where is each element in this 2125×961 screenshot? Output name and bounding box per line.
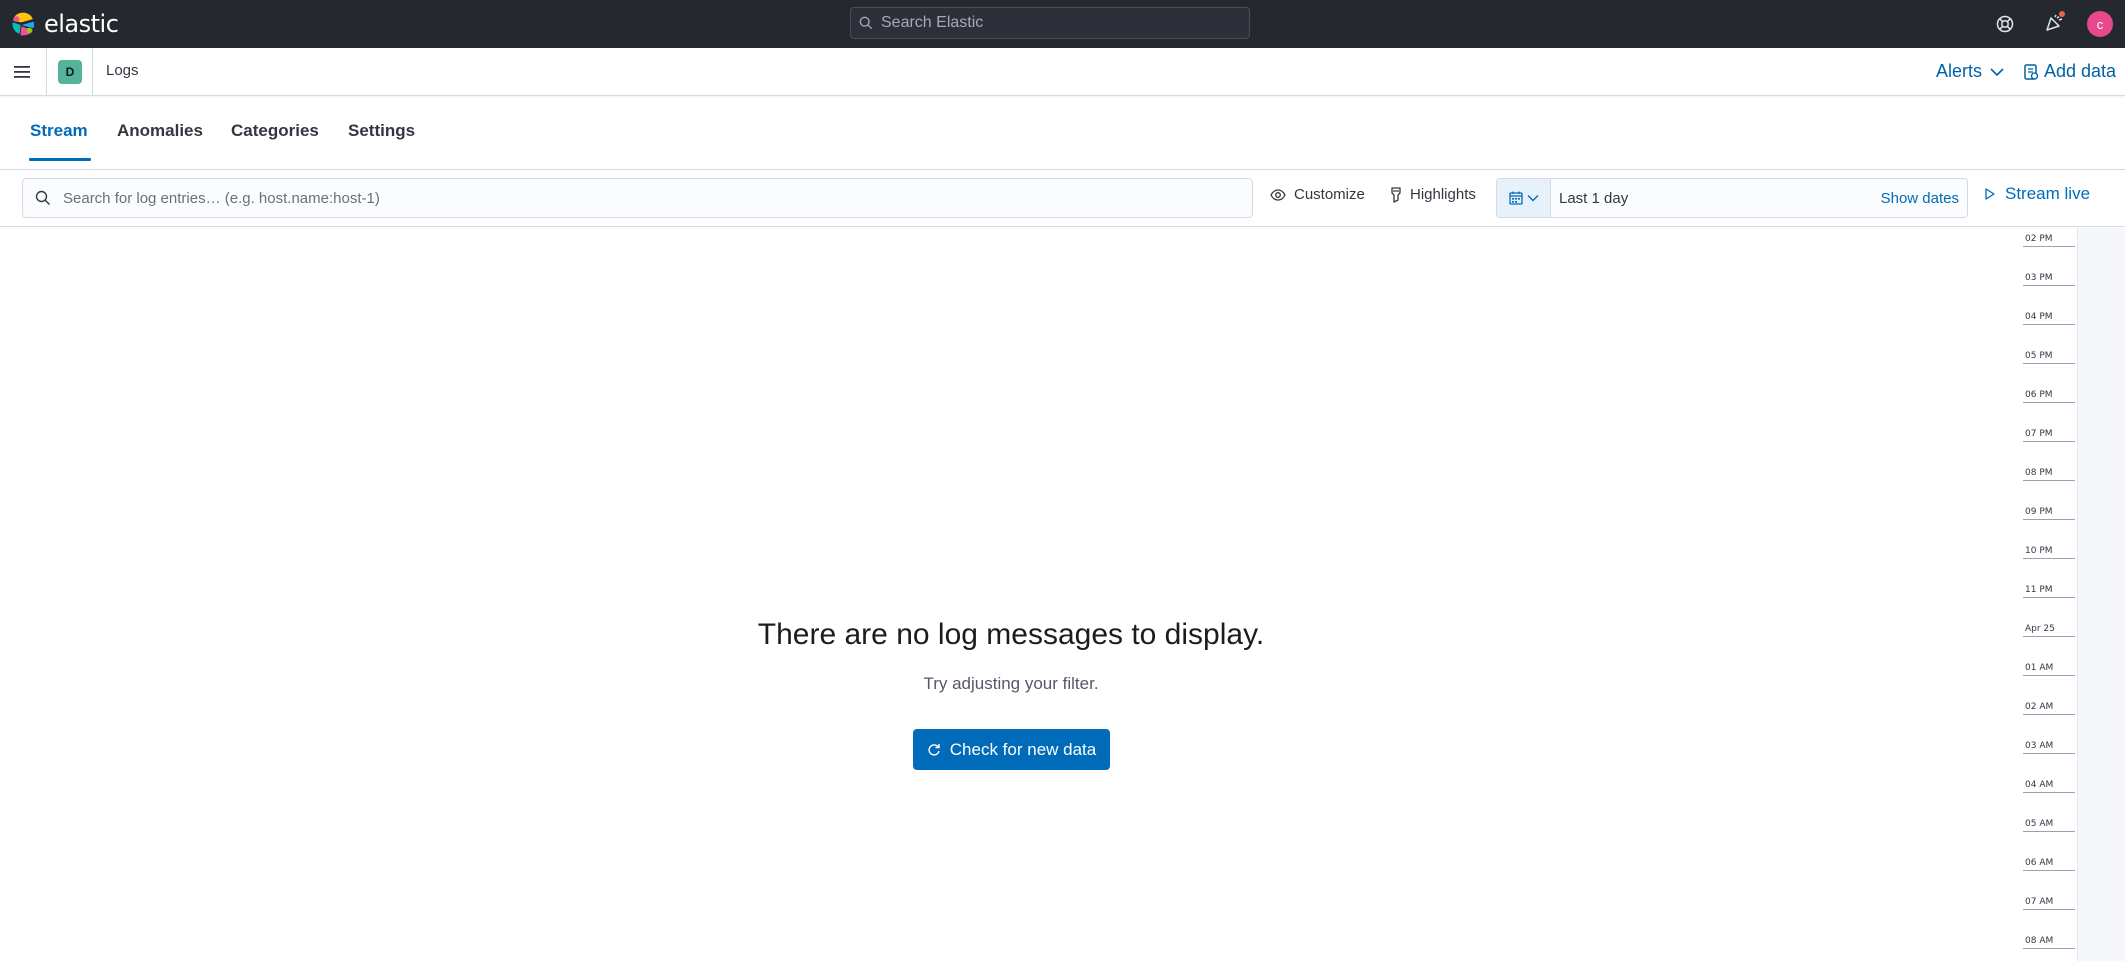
time-ruler-label: 03 AM [2025, 741, 2054, 751]
search-icon [35, 190, 50, 205]
time-ruler-tick [2023, 792, 2075, 793]
help-button[interactable] [1991, 10, 2019, 38]
time-ruler-label: 06 AM [2025, 858, 2054, 868]
stream-live-button[interactable]: Stream live [1985, 184, 2090, 204]
time-ruler[interactable]: 02 PM 03 PM 04 PM 05 PM 06 PM 07 PM 08 PM 09 PM… [2019, 228, 2076, 961]
time-ruler-tick [2023, 870, 2075, 871]
time-ruler-label: 10 PM [2025, 546, 2053, 556]
menu-icon [14, 66, 30, 78]
tab-stream[interactable]: Stream [29, 121, 91, 161]
time-ruler-label: 04 AM [2025, 780, 2054, 790]
refresh-icon [928, 743, 940, 756]
time-ruler-tick [2023, 597, 2075, 598]
eye-icon [1270, 188, 1286, 201]
time-ruler-label: 01 AM [2025, 663, 2054, 673]
time-ruler-tick [2023, 441, 2075, 442]
quick-select-button[interactable] [1497, 179, 1551, 217]
nav-menu-toggle[interactable] [8, 58, 36, 86]
tab-anomalies[interactable]: Anomalies [117, 121, 203, 155]
highlight-icon [1391, 186, 1401, 203]
log-minimap[interactable] [2077, 228, 2125, 961]
brand-name: elastic [44, 10, 119, 38]
elastic-logo-link[interactable]: elastic [10, 10, 119, 38]
add-data-label: Add data [2044, 61, 2117, 81]
add-data-button[interactable]: Add data [2024, 61, 2116, 82]
global-search-field[interactable] [850, 7, 1250, 39]
time-ruler-tick [2023, 831, 2075, 832]
time-ruler-label: Apr 25 [2025, 624, 2055, 634]
time-ruler-label: 08 AM [2025, 936, 2054, 946]
calendar-icon [1508, 191, 1523, 205]
time-ruler-tick [2023, 753, 2075, 754]
customize-button[interactable]: Customize [1270, 186, 1365, 203]
global-search-input[interactable] [881, 14, 1249, 32]
divider [46, 48, 47, 96]
time-ruler-label: 05 PM [2025, 351, 2053, 361]
time-ruler-tick [2023, 519, 2075, 520]
user-avatar[interactable]: c [2087, 11, 2113, 37]
log-stream-toolbar: Customize Highlights Last [0, 171, 2125, 227]
time-ruler-label: 02 PM [2025, 234, 2053, 244]
play-icon [1985, 188, 1995, 200]
alerts-menu-button[interactable]: Alerts [1936, 61, 2004, 82]
time-ruler-tick [2023, 480, 2075, 481]
time-ruler-tick [2023, 948, 2075, 949]
chevron-down-icon [1990, 67, 2004, 76]
time-ruler-tick [2023, 636, 2075, 637]
news-feed-button[interactable] [2040, 9, 2068, 37]
time-ruler-label: 06 PM [2025, 390, 2053, 400]
empty-state-body: Try adjusting your filter. [923, 674, 1099, 693]
stream-live-label: Stream live [2005, 184, 2091, 203]
space-selector[interactable]: D [58, 60, 82, 84]
time-ruler-label: 03 PM [2025, 273, 2053, 283]
time-ruler-tick [2023, 324, 2075, 325]
time-ruler-label: 04 PM [2025, 312, 2053, 322]
time-ruler-tick [2023, 285, 2075, 286]
logs-tab-bar: Stream Anomalies Categories Settings [0, 97, 2125, 170]
check-for-new-data-label: Check for new data [949, 739, 1097, 759]
time-ruler-tick [2023, 909, 2075, 910]
date-picker: Last 1 day Show dates [1496, 178, 1968, 218]
date-range-value[interactable]: Last 1 day [1559, 190, 1628, 207]
app-header: D Logs Alerts Add data [0, 48, 2125, 96]
notification-dot [2058, 10, 2066, 18]
time-ruler-tick [2023, 402, 2075, 403]
alerts-label: Alerts [1936, 61, 1983, 81]
chevron-down-icon [1527, 195, 1538, 202]
time-ruler-label: 02 AM [2025, 702, 2054, 712]
time-ruler-tick [2023, 675, 2075, 676]
show-dates-button[interactable]: Show dates [1881, 190, 1959, 207]
help-lifebuoy-icon [1996, 15, 2014, 33]
highlights-label: Highlights [1410, 186, 1476, 203]
time-ruler-label: 07 PM [2025, 429, 2053, 439]
global-header: elastic c [0, 0, 2125, 48]
tab-settings[interactable]: Settings [348, 121, 415, 155]
check-for-new-data-button[interactable]: Check for new data [913, 729, 1110, 770]
add-data-icon [2024, 63, 2038, 80]
search-icon [859, 16, 873, 30]
time-ruler-label: 07 AM [2025, 897, 2054, 907]
elastic-logo-icon [12, 12, 35, 36]
breadcrumb: Logs [106, 62, 139, 79]
time-ruler-tick [2023, 246, 2075, 247]
time-ruler-tick [2023, 363, 2075, 364]
log-search-input[interactable] [63, 189, 1252, 207]
time-ruler-label: 08 PM [2025, 468, 2053, 478]
customize-label: Customize [1294, 186, 1365, 203]
highlights-button[interactable]: Highlights [1390, 186, 1476, 203]
time-ruler-label: 05 AM [2025, 819, 2054, 829]
time-ruler-label: 09 PM [2025, 507, 2053, 517]
empty-state-title: There are no log messages to display. [757, 618, 1265, 651]
divider [92, 48, 93, 96]
time-ruler-tick [2023, 714, 2075, 715]
log-search-field[interactable] [22, 178, 1253, 218]
tab-categories[interactable]: Categories [231, 121, 319, 155]
time-ruler-tick [2023, 558, 2075, 559]
time-ruler-label: 11 PM [2025, 585, 2053, 595]
